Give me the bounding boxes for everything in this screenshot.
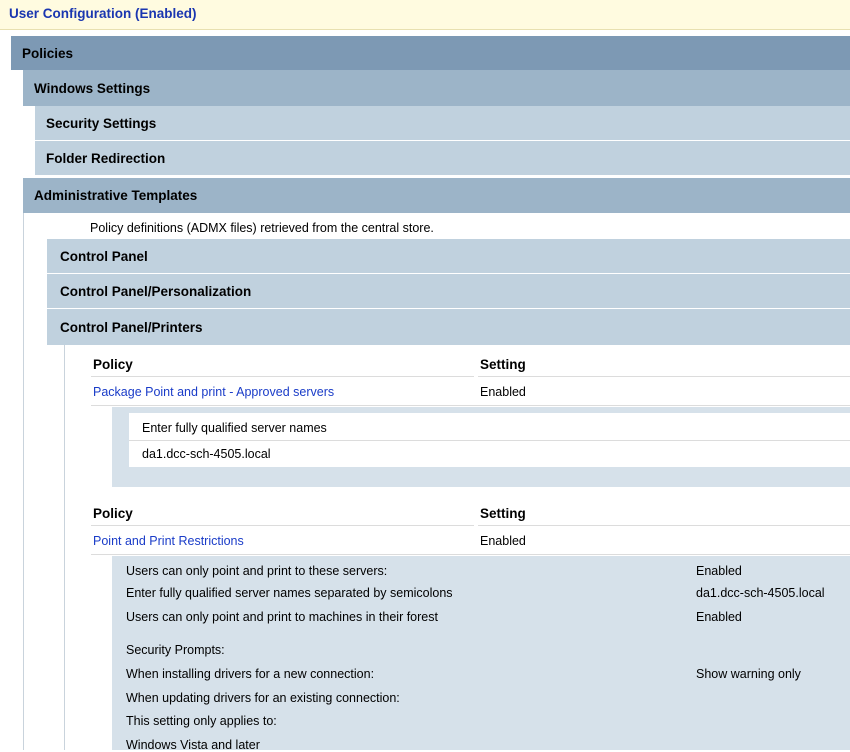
detail-divider xyxy=(129,440,850,441)
header-underline xyxy=(91,376,474,377)
setting-column-header: Setting xyxy=(480,357,526,372)
detail-row-value: da1.dcc-sch-4505.local xyxy=(696,586,825,600)
folder-redirection-label: Folder Redirection xyxy=(46,150,166,166)
control-panel-personalization-header[interactable]: Control Panel/Personalization xyxy=(47,274,850,309)
policy-column-header: Policy xyxy=(93,506,133,521)
control-panel-printers-header[interactable]: Control Panel/Printers xyxy=(47,309,850,345)
row-divider xyxy=(91,554,850,555)
folder-redirection-header[interactable]: Folder Redirection xyxy=(35,141,850,175)
windows-settings-label: Windows Settings xyxy=(34,80,151,96)
control-panel-printers-label: Control Panel/Printers xyxy=(60,319,203,335)
control-panel-header[interactable]: Control Panel xyxy=(47,239,850,274)
header-underline xyxy=(478,525,850,526)
detail-row-label: When updating drivers for an existing co… xyxy=(126,691,400,705)
detail-value: da1.dcc-sch-4505.local xyxy=(142,447,271,461)
tree-line-admin xyxy=(23,213,24,750)
row-divider xyxy=(91,405,850,406)
control-panel-personalization-label: Control Panel/Personalization xyxy=(60,283,252,299)
windows-settings-header[interactable]: Windows Settings xyxy=(23,70,850,106)
detail-row-value: Show warning only xyxy=(696,667,801,681)
detail-label: Enter fully qualified server names xyxy=(142,421,327,435)
policy-detail-panel: Enter fully qualified server names da1.d… xyxy=(112,407,850,487)
policy-link-package-point-and-print[interactable]: Package Point and print - Approved serve… xyxy=(93,385,334,399)
detail-row-label: Enter fully qualified server names separ… xyxy=(126,586,453,600)
setting-column-header: Setting xyxy=(480,506,526,521)
detail-row-label: This setting only applies to: xyxy=(126,714,277,728)
security-settings-header[interactable]: Security Settings xyxy=(35,106,850,141)
policy-setting-value: Enabled xyxy=(480,534,526,548)
detail-row-value: Enabled xyxy=(696,610,742,624)
detail-row-label: When installing drivers for a new connec… xyxy=(126,667,375,681)
administrative-templates-header[interactable]: Administrative Templates xyxy=(23,178,850,213)
user-configuration-title[interactable]: User Configuration (Enabled) xyxy=(9,6,197,21)
security-settings-label: Security Settings xyxy=(46,115,157,131)
detail-inner-box: Enter fully qualified server names da1.d… xyxy=(129,413,850,467)
policy-detail-panel: Users can only point and print to these … xyxy=(112,556,850,752)
detail-row-label: Security Prompts: xyxy=(126,643,225,657)
control-panel-label: Control Panel xyxy=(60,248,148,264)
policies-header[interactable]: Policies xyxy=(11,36,850,70)
tree-line-printers xyxy=(64,345,65,750)
detail-row-label: Users can only point and print to machin… xyxy=(126,610,438,624)
policy-column-header: Policy xyxy=(93,357,133,372)
policy-setting-value: Enabled xyxy=(480,385,526,399)
header-underline xyxy=(478,376,850,377)
user-configuration-bar[interactable]: User Configuration (Enabled) xyxy=(0,0,850,30)
policies-label: Policies xyxy=(22,45,74,61)
header-underline xyxy=(91,525,474,526)
administrative-templates-label: Administrative Templates xyxy=(34,188,198,203)
detail-row-label: Users can only point and print to these … xyxy=(126,564,388,578)
detail-row-value: Enabled xyxy=(696,564,742,578)
admx-note: Policy definitions (ADMX files) retrieve… xyxy=(90,221,434,235)
policy-link-point-and-print-restrictions[interactable]: Point and Print Restrictions xyxy=(93,534,244,548)
